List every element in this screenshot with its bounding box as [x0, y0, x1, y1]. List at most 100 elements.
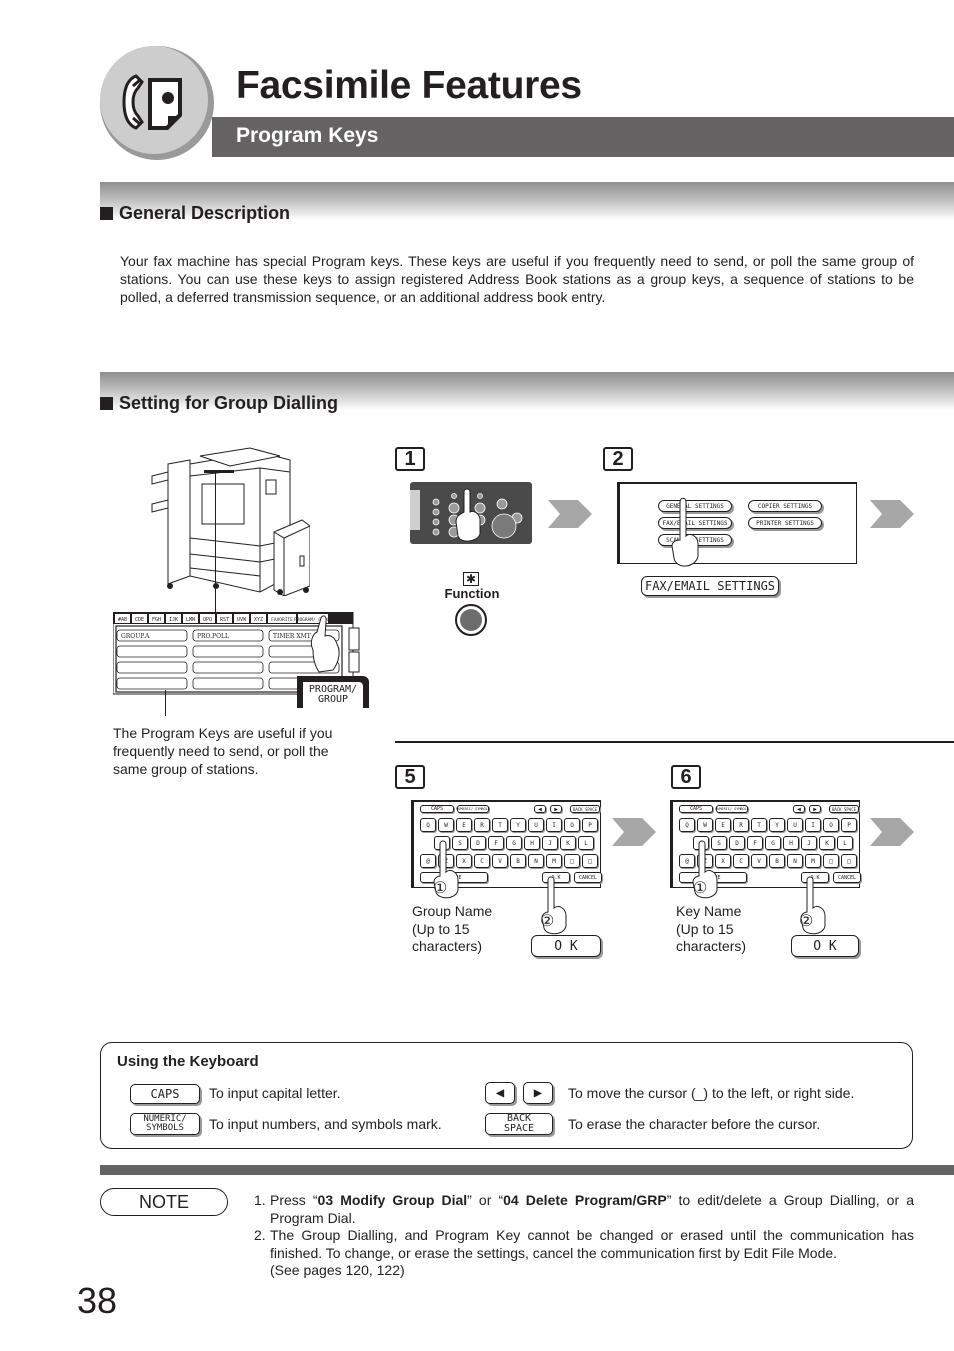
cursor-left-key[interactable]: ◀ — [485, 1082, 515, 1104]
key-l[interactable]: L — [837, 836, 853, 850]
program-key[interactable] — [116, 645, 188, 658]
key-r[interactable]: R — [474, 818, 490, 832]
key-e[interactable]: E — [715, 818, 731, 832]
back-space-key[interactable]: BACK SPACE — [485, 1113, 553, 1135]
key-j[interactable]: J — [801, 836, 817, 850]
section-title-text: Setting for Group Dialling — [119, 393, 338, 413]
key-row3[interactable]: N — [787, 854, 803, 868]
step-marker-2: ② — [540, 913, 555, 930]
key-q[interactable]: Q — [420, 818, 436, 832]
key-o[interactable]: O — [564, 818, 580, 832]
key-row3[interactable]: V — [492, 854, 508, 868]
key-label-line: SYMBOLS — [146, 1123, 184, 1133]
cancel-key[interactable]: CANCEL — [833, 872, 861, 883]
program-key[interactable] — [116, 661, 188, 674]
caps-key[interactable]: CAPS — [420, 805, 454, 813]
back-space-key[interactable]: BACK SPACE — [570, 805, 600, 813]
key-y[interactable]: Y — [769, 818, 785, 832]
numeric-symbols-key[interactable]: NUMERIC/ SYMBOLS — [715, 805, 749, 813]
back-space-key[interactable]: BACK SPACE — [829, 805, 859, 813]
section-title-general: General Description — [100, 203, 290, 224]
program-key[interactable] — [116, 677, 188, 690]
touch-panel-illustration: #AB CDE FGH IJK LMN OPQ RST UVW XYZ FAVORITE PROGR… — [112, 611, 369, 708]
cancel-key[interactable]: CANCEL — [574, 872, 602, 883]
numeric-symbols-key[interactable]: NUMERIC/ SYMBOLS — [456, 805, 490, 813]
key-u[interactable]: U — [528, 818, 544, 832]
key-h[interactable]: H — [524, 836, 540, 850]
cursor-right-key[interactable]: ▶ — [523, 1082, 553, 1104]
panel-tab-label: XYZ — [254, 617, 263, 623]
function-star-icon: ✱ — [463, 572, 479, 586]
ok-button[interactable]: O K — [531, 935, 601, 957]
function-label: Function — [444, 586, 500, 601]
key-row3[interactable]: C — [474, 854, 490, 868]
key-e[interactable]: E — [456, 818, 472, 832]
program-key[interactable] — [192, 645, 264, 658]
key-i[interactable]: I — [546, 818, 562, 832]
key-y[interactable]: Y — [510, 818, 526, 832]
fax-phone-page-icon — [122, 74, 182, 130]
menu-printer-settings[interactable]: PRINTER SETTINGS — [748, 517, 822, 529]
panel-tab-label: #AB — [118, 617, 127, 623]
key-row3[interactable]: B — [510, 854, 526, 868]
ok-button[interactable]: O K — [791, 935, 859, 957]
program-group-label-2: GROUP — [317, 694, 349, 705]
fax-email-settings-button[interactable]: FAX/EMAIL SETTINGS — [641, 576, 779, 596]
key-row3[interactable]: □ — [564, 854, 580, 868]
caps-key[interactable]: CAPS — [679, 805, 713, 813]
key-u[interactable]: U — [787, 818, 803, 832]
program-key-label: GROUP.A — [121, 633, 150, 640]
key-row3[interactable]: C — [733, 854, 749, 868]
key-f[interactable]: F — [747, 836, 763, 850]
key-q[interactable]: Q — [679, 818, 695, 832]
key-t[interactable]: T — [492, 818, 508, 832]
menu-copier-settings[interactable]: COPIER SETTINGS — [748, 500, 822, 512]
key-w[interactable]: W — [438, 818, 454, 832]
key-t[interactable]: T — [751, 818, 767, 832]
key-d[interactable]: D — [470, 836, 486, 850]
key-d[interactable]: D — [729, 836, 745, 850]
key-p[interactable]: P — [582, 818, 598, 832]
cursor-description: To move the cursor (_) to the left, or r… — [568, 1085, 855, 1101]
key-g[interactable]: G — [506, 836, 522, 850]
numeric-symbols-key[interactable]: NUMERIC/ SYMBOLS — [130, 1113, 200, 1135]
cursor-left-key[interactable]: ◀ — [534, 805, 546, 813]
key-j[interactable]: J — [542, 836, 558, 850]
key-row3[interactable]: □ — [823, 854, 839, 868]
key-r[interactable]: R — [733, 818, 749, 832]
key-k[interactable]: K — [560, 836, 576, 850]
key-l[interactable]: L — [578, 836, 594, 850]
panel-tab-label: FGH — [152, 617, 161, 623]
key-h[interactable]: H — [783, 836, 799, 850]
key-i[interactable]: I — [805, 818, 821, 832]
key-w[interactable]: W — [697, 818, 713, 832]
key-row3[interactable]: M — [805, 854, 821, 868]
step-marker-1: ① — [433, 880, 448, 897]
program-key[interactable] — [192, 661, 264, 674]
caption-line: characters) — [412, 938, 483, 954]
key-row3[interactable]: □ — [841, 854, 857, 868]
key-row3[interactable]: M — [546, 854, 562, 868]
cursor-left-key[interactable]: ◀ — [793, 805, 805, 813]
panel-tab-label: IJK — [169, 617, 178, 623]
key-o[interactable]: O — [823, 818, 839, 832]
general-description-text: Your fax machine has special Program key… — [120, 253, 914, 305]
key-f[interactable]: F — [488, 836, 504, 850]
step-number-1: 1 — [395, 447, 425, 471]
key-row3[interactable]: □ — [582, 854, 598, 868]
key-p[interactable]: P — [841, 818, 857, 832]
key-row3[interactable]: V — [751, 854, 767, 868]
keyboard-screen-step6: CAPS NUMERIC/ SYMBOLS ◀ ▶ BACK SPACE Q W E R T Y U I… — [670, 800, 861, 935]
key-g[interactable]: G — [765, 836, 781, 850]
note-number: 1. — [254, 1192, 266, 1208]
caps-key[interactable]: CAPS — [130, 1084, 200, 1104]
program-key[interactable] — [192, 677, 264, 690]
cursor-right-key[interactable]: ▶ — [550, 805, 562, 813]
settings-menu-screen: GENERAL SETTINGS COPIER SETTINGS FAX/EMA… — [617, 482, 857, 564]
pointing-hand-icon — [671, 497, 699, 567]
key-k[interactable]: K — [819, 836, 835, 850]
key-row3[interactable]: N — [528, 854, 544, 868]
key-row3[interactable]: B — [769, 854, 785, 868]
cursor-right-key[interactable]: ▶ — [809, 805, 821, 813]
caption-line: (Up to 15 — [412, 920, 470, 937]
